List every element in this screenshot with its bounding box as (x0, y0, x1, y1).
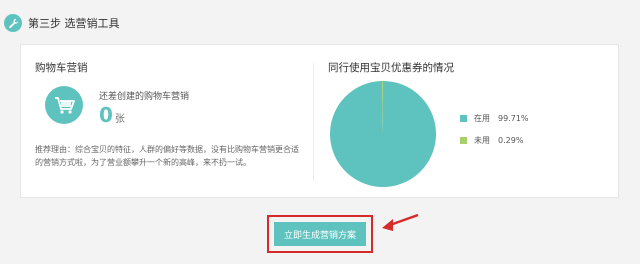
wrench-icon (4, 14, 22, 32)
legend-swatch-in-use (460, 115, 467, 122)
cart-count-value: 0 (99, 103, 113, 127)
cart-marketing-panel: 购物车营销 还差创建的购物车营销 0 张 推荐理由：综合宝贝的特征，人群的偏好等… (21, 45, 313, 197)
cart-count-unit: 张 (114, 114, 125, 125)
coupon-section-title: 同行使用宝贝优惠券的情况 (328, 62, 454, 74)
coupon-usage-panel: 同行使用宝贝优惠券的情况 在用 99.71% 未用 0.29% (314, 45, 618, 197)
legend-item-unused: 未用 0.29% (460, 135, 529, 146)
generate-plan-button[interactable]: 立即生成营销方案 (274, 222, 366, 246)
reason-label: 推荐理由： (35, 145, 75, 154)
legend-item-in-use: 在用 99.71% (460, 113, 529, 124)
coupon-usage-pie (330, 81, 436, 187)
legend-swatch-unused (460, 137, 467, 144)
legend-percent-in-use: 99.71% (498, 114, 529, 123)
cart-subtitle: 还差创建的购物车营销 (99, 92, 190, 102)
cart-count: 0 张 (99, 103, 125, 127)
cart-icon (45, 86, 83, 124)
cart-section-title: 购物车营销 (35, 62, 88, 74)
reason-text: 综合宝贝的特征，人群的偏好等数据，没有比购物车营销更合适的营销方式啦，为了营业额… (35, 145, 299, 167)
legend-label-unused: 未用 (474, 136, 490, 145)
legend-label-in-use: 在用 (474, 114, 490, 123)
marketing-card: 购物车营销 还差创建的购物车营销 0 张 推荐理由：综合宝贝的特征，人群的偏好等… (20, 44, 619, 198)
pointer-arrow (382, 213, 419, 231)
legend-percent-unused: 0.29% (498, 136, 524, 145)
cta-highlight-box: 立即生成营销方案 (267, 215, 373, 253)
step-title: 第三步 选营销工具 (28, 17, 120, 30)
pie-legend: 在用 99.71% 未用 0.29% (460, 113, 529, 157)
recommendation-reason: 推荐理由：综合宝贝的特征，人群的偏好等数据，没有比购物车营销更合适的营销方式啦，… (35, 143, 303, 169)
step-header: 第三步 选营销工具 (4, 10, 120, 36)
